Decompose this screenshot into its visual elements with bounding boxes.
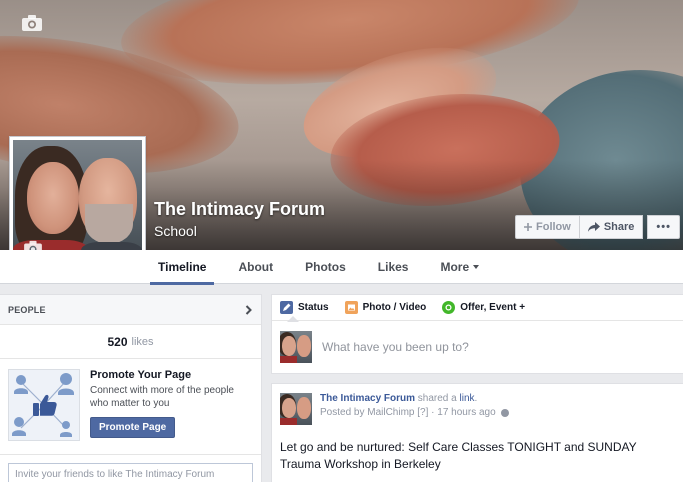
- timeline-post: The Intimacy Forum shared a link. Posted…: [271, 383, 683, 482]
- left-column: PEOPLE 520 likes Promote Your Page Conne…: [0, 294, 262, 482]
- offer-icon: [442, 301, 456, 314]
- likes-label: likes: [131, 335, 154, 348]
- follow-button[interactable]: Follow: [515, 215, 580, 239]
- profile-photo-detail: [85, 204, 133, 244]
- composer-tab-offer-event[interactable]: Offer, Event +: [442, 301, 525, 314]
- post-text: Let go and be nurtured: Self Care Classe…: [280, 440, 637, 471]
- composer-tab-status[interactable]: Status: [280, 301, 329, 322]
- posted-by: Posted by MailChimp: [320, 407, 415, 418]
- share-label: Share: [603, 221, 635, 233]
- chevron-right-icon[interactable]: [245, 302, 253, 318]
- composer-tab-photo-video[interactable]: Photo / Video: [344, 301, 427, 314]
- likes-count: 520: [107, 334, 128, 349]
- composer-tab-label: Photo / Video: [362, 302, 427, 313]
- tab-more-label: More: [440, 260, 470, 274]
- edit-marker[interactable]: [?]: [417, 407, 428, 418]
- plus-icon: [524, 223, 532, 231]
- caret-down-icon: [473, 265, 480, 269]
- profile-photo: [13, 140, 142, 266]
- camera-icon[interactable]: [21, 14, 43, 32]
- more-options-button[interactable]: •••: [647, 215, 680, 239]
- post-author-avatar[interactable]: [280, 393, 312, 425]
- post-object-suffix: .: [474, 393, 478, 404]
- tab-likes[interactable]: Likes: [370, 250, 417, 284]
- promote-page-card: Promote Your Page Connect with more of t…: [0, 359, 261, 455]
- people-heading: PEOPLE: [8, 304, 46, 315]
- page-nav: Timeline About Photos Likes More: [0, 250, 683, 285]
- invite-friends-input[interactable]: Invite your friends to like The Intimacy…: [8, 463, 253, 482]
- tab-about[interactable]: About: [230, 250, 281, 284]
- tab-photos[interactable]: Photos: [297, 250, 354, 284]
- post-object-link[interactable]: link: [460, 393, 475, 404]
- profile-photo-detail: [27, 162, 79, 234]
- promote-description: Connect with more of the people who matt…: [90, 385, 234, 409]
- photo-icon: [344, 301, 358, 314]
- tab-more[interactable]: More: [432, 250, 487, 284]
- tab-timeline[interactable]: Timeline: [150, 250, 215, 285]
- promote-illustration: [8, 369, 80, 441]
- post-timestamp[interactable]: · 17 hours ago: [431, 407, 496, 418]
- post-action: shared a: [417, 393, 457, 404]
- post-composer: Status Photo / Video Offer, Event + What…: [271, 294, 683, 374]
- share-button[interactable]: Share: [578, 215, 644, 239]
- likes-summary[interactable]: 520 likes: [0, 325, 261, 359]
- cover-actions: Follow Share •••: [515, 215, 680, 239]
- share-arrow-icon: [587, 222, 600, 232]
- status-input[interactable]: What have you been up to?: [322, 340, 469, 354]
- promote-title: Promote Your Page: [90, 369, 192, 381]
- avatar[interactable]: [280, 331, 312, 363]
- composer-tab-label: Offer, Event +: [460, 302, 526, 313]
- people-section-header[interactable]: PEOPLE: [0, 295, 261, 325]
- follow-label: Follow: [536, 221, 571, 233]
- page-title[interactable]: The Intimacy Forum: [154, 199, 325, 220]
- post-author-link[interactable]: The Intimacy Forum: [320, 393, 415, 404]
- promote-page-button[interactable]: Promote Page: [90, 417, 176, 438]
- composer-tab-label: Status: [298, 302, 329, 313]
- page-category[interactable]: School: [154, 223, 197, 239]
- globe-icon[interactable]: [500, 408, 509, 417]
- pencil-icon: [280, 301, 293, 314]
